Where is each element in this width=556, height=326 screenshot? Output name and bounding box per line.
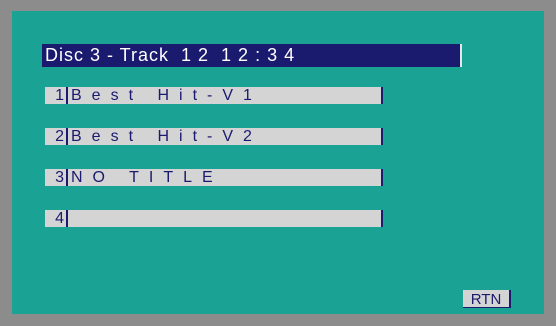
track-row-1[interactable]: 1 Best Hit-V1 [45,87,383,104]
track-number: 4 [45,210,68,227]
track-row-3[interactable]: 3 NO TITLE [45,169,383,186]
return-button[interactable]: RTN [463,290,511,308]
track-title: Best Hit-V1 [68,87,383,104]
track-title: NO TITLE [68,169,383,186]
track-number: 2 [45,128,68,145]
track-title: Best Hit-V2 [68,128,383,145]
disc-track-header: Disc 3 - Track 1 2 1 2 : 3 4 [42,44,462,67]
display-screen: Disc 3 - Track 1 2 1 2 : 3 4 1 Best Hit-… [12,11,544,314]
track-title [68,210,383,227]
track-row-2[interactable]: 2 Best Hit-V2 [45,128,383,145]
track-row-4[interactable]: 4 [45,210,383,227]
track-number: 3 [45,169,68,186]
track-number: 1 [45,87,68,104]
